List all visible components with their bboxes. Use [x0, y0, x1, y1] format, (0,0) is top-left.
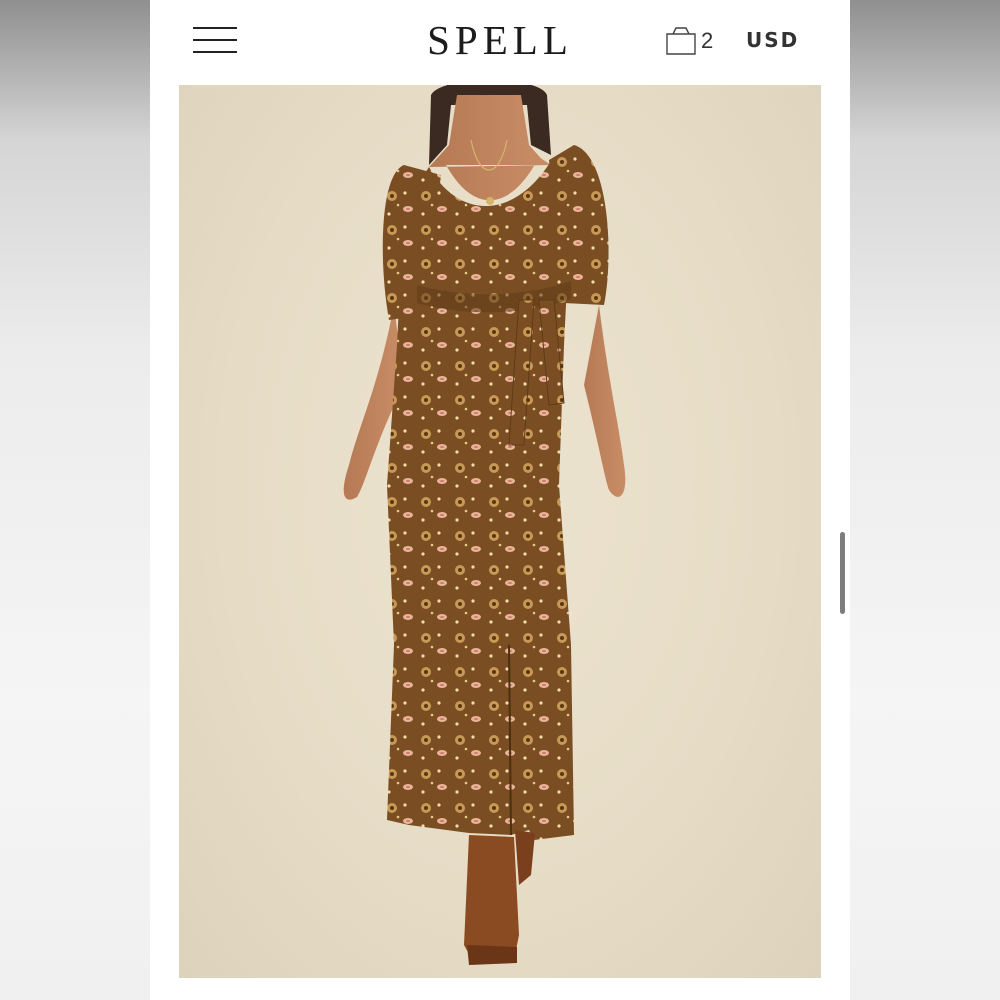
site-header: SPELL 2 USD: [150, 0, 850, 84]
hamburger-icon: [193, 27, 237, 29]
right-backdrop: [850, 0, 1000, 1000]
model-in-dress-image: [343, 85, 626, 965]
currency-selector[interactable]: USD: [746, 28, 799, 52]
shopping-bag-icon: [666, 27, 696, 55]
phone-screen: SPELL 2 USD: [150, 0, 850, 1000]
scrollbar[interactable]: [840, 532, 845, 614]
product-image[interactable]: [179, 85, 821, 978]
cart-count: 2: [701, 28, 714, 53]
cart-button[interactable]: 2: [665, 26, 713, 56]
left-backdrop: [0, 0, 150, 1000]
brand-logo[interactable]: SPELL: [400, 16, 600, 64]
hamburger-menu-button[interactable]: [193, 26, 239, 56]
